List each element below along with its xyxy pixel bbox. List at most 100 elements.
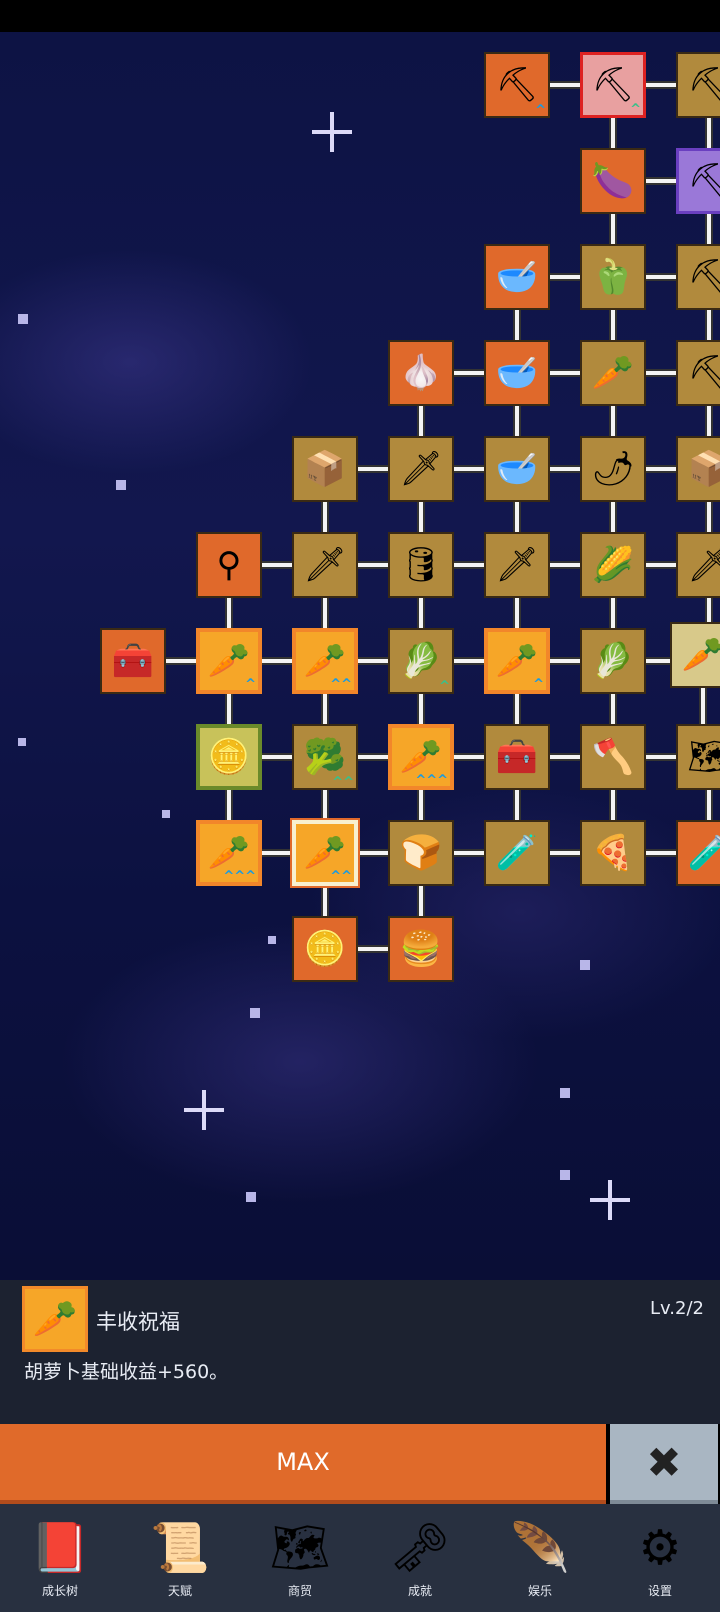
tree-connector — [699, 688, 707, 724]
skill-node-radish[interactable]: 🥕 — [580, 340, 646, 406]
skill-node-map[interactable]: 🗺 — [676, 724, 720, 790]
skill-node-chili[interactable]: 🌶 — [580, 436, 646, 502]
garlic-icon: 🧄 — [399, 353, 443, 393]
oil-bottle-icon: 🧪 — [687, 833, 720, 873]
upgrade-arrows-icon: ^^^ — [415, 773, 448, 788]
nav-label: 设置 — [647, 1584, 672, 1598]
tree-connector — [454, 849, 484, 857]
skill-node-sword[interactable]: 🗡 — [292, 532, 358, 598]
max-button[interactable]: MAX — [0, 1424, 606, 1504]
nav-entertainment[interactable]: 🪶 娱乐 — [480, 1504, 600, 1612]
tree-connector — [646, 177, 676, 185]
star — [116, 480, 126, 490]
tree-connector — [550, 657, 580, 665]
sparkle-star — [312, 112, 352, 152]
skill-node-shovel[interactable]: ⛏ — [676, 52, 720, 118]
upgrade-arrows-icon: ^ — [533, 677, 544, 692]
skill-description: 胡萝卜基础收益+560。 — [24, 1361, 229, 1383]
skill-node-barrel[interactable]: 🛢 — [388, 532, 454, 598]
skill-node-carrot[interactable]: 🥕 ^^ — [290, 818, 360, 888]
nav-trade[interactable]: 🗺 商贸 — [240, 1504, 360, 1612]
skill-node-carrot[interactable]: 🥕 ^^ — [292, 628, 358, 694]
skill-node-parsnip[interactable]: 🪓 — [580, 724, 646, 790]
map-icon: 🗺 — [269, 1520, 331, 1576]
crate-icon: 📦 — [303, 449, 347, 489]
sparkle-star — [590, 1180, 630, 1220]
skill-node-sword[interactable]: 🗡 — [484, 532, 550, 598]
skill-node-pepper[interactable]: 🫑 — [580, 244, 646, 310]
tree-connector — [550, 849, 580, 857]
tree-connector — [417, 694, 425, 724]
skill-node-crate[interactable]: 📦 — [292, 436, 358, 502]
tree-connector — [417, 790, 425, 820]
tree-connector — [358, 945, 388, 953]
key-icon: 🗝 — [389, 1520, 451, 1576]
skill-node-carrot[interactable]: 🥕 ^ — [196, 628, 262, 694]
skill-node-bread[interactable]: 🍞 — [388, 820, 454, 886]
skill-node-coin[interactable]: 🪙 — [196, 724, 262, 790]
skill-node-garlic[interactable]: 🧄 — [388, 340, 454, 406]
nav-growth-tree[interactable]: 📕 成长树 — [0, 1504, 120, 1612]
skill-node-sword[interactable]: 🗡 — [676, 532, 720, 598]
tree-connector — [609, 598, 617, 628]
nav-achievement[interactable]: 🗝 成就 — [360, 1504, 480, 1612]
skill-node-sword[interactable]: 🗡 — [388, 436, 454, 502]
skill-node-shovel[interactable]: ⛏ ^ — [484, 52, 550, 118]
skill-node-oil-bottle[interactable]: 🧪 — [484, 820, 550, 886]
tree-connector — [262, 849, 292, 857]
skill-node-cabbage[interactable]: 🥬 ^ — [388, 628, 454, 694]
sword-icon: 🗡 — [399, 449, 443, 489]
nav-settings[interactable]: ⚙ 设置 — [600, 1504, 720, 1612]
skill-node-carrot[interactable]: 🥕 ^ — [484, 628, 550, 694]
skill-node-burger[interactable]: 🍔 — [388, 916, 454, 982]
upgrade-arrows-icon: ^ — [630, 102, 641, 117]
star — [18, 738, 26, 746]
star — [580, 960, 590, 970]
skill-node-corn[interactable]: 🌽 — [580, 532, 646, 598]
sword-icon: 🗡 — [495, 545, 539, 585]
carrot-icon: 🥕 — [207, 641, 251, 681]
tree-connector — [358, 657, 388, 665]
skill-node-broccoli[interactable]: 🥦 ^^ — [292, 724, 358, 790]
tree-connector — [358, 465, 388, 473]
chest-icon: 🧰 — [111, 641, 155, 681]
crate-icon: 📦 — [687, 449, 720, 489]
nav-talent[interactable]: 📜 天赋 — [120, 1504, 240, 1612]
tree-connector — [646, 465, 676, 473]
skill-node-crate[interactable]: 📦 — [676, 436, 720, 502]
close-button[interactable]: ✖ — [610, 1424, 718, 1504]
skill-node-pizza[interactable]: 🍕 — [580, 820, 646, 886]
upgrade-arrows-icon: ^^^ — [223, 869, 256, 884]
skill-tree-canvas[interactable]: ⛏ ^ ⛏ ^ ⛏ 🍆 ⛏ 🥣 🫑 ⛏ 🧄 🥣 🥕 ⛏ 📦 🗡 🥣 🌶 📦 ⚲ 🗡 🛢 🗡 🌽 🗡 🧰 🥕 ^ 🥕 ^^ 🥬 ^ 🥕 ^ 🥬 🥕 🪙 🥦 ^… — [0, 32, 720, 1280]
skill-node-carrot[interactable]: 🥕 ^^^ — [196, 820, 262, 886]
tree-connector — [417, 406, 425, 436]
skill-node-carrot[interactable]: 🥕 ^^^ — [388, 724, 454, 790]
skill-node-bowl[interactable]: 🥣 — [484, 436, 550, 502]
skill-node-shovel[interactable]: ⛏ — [676, 148, 720, 214]
skill-node-scepter[interactable]: ⚲ — [196, 532, 262, 598]
pepper-icon: 🫑 — [591, 257, 635, 297]
carrot-icon: 🥕 — [303, 833, 347, 873]
skill-node-shovel[interactable]: ⛏ — [676, 244, 720, 310]
skill-node-chest[interactable]: 🧰 — [484, 724, 550, 790]
tree-connector — [262, 561, 292, 569]
skill-node-shovel[interactable]: ⛏ ^ — [580, 52, 646, 118]
tree-connector — [705, 406, 713, 436]
tree-connector — [321, 598, 329, 628]
skill-node-eggplant[interactable]: 🍆 — [580, 148, 646, 214]
skill-node-bowl[interactable]: 🥣 — [484, 244, 550, 310]
skill-node-bowl[interactable]: 🥣 — [484, 340, 550, 406]
shovel-icon: ⛏ — [495, 65, 539, 105]
tree-connector — [321, 694, 329, 724]
skill-node-shovel[interactable]: ⛏ — [676, 340, 720, 406]
skill-node-coin[interactable]: 🪙 — [292, 916, 358, 982]
bottom-nav: 📕 成长树 📜 天赋 🗺 商贸 🗝 成就 🪶 娱乐 ⚙ 设置 — [0, 1504, 720, 1612]
star — [246, 1192, 256, 1202]
skill-node-oil-bottle[interactable]: 🧪 — [676, 820, 720, 886]
skill-node-carrot[interactable]: 🥕 — [670, 622, 720, 688]
tree-connector — [646, 81, 676, 89]
skill-node-chest[interactable]: 🧰 — [100, 628, 166, 694]
skill-node-cabbage[interactable]: 🥬 — [580, 628, 646, 694]
tree-connector — [550, 369, 580, 377]
tree-connector — [705, 502, 713, 532]
